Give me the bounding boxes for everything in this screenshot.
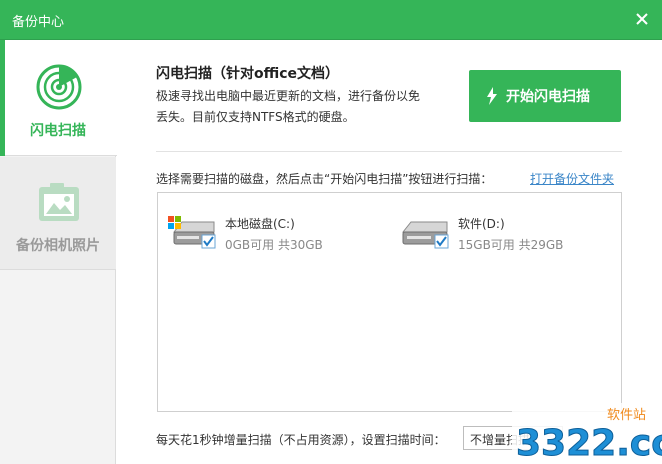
camera-photo-icon: [39, 183, 79, 221]
start-button-label: 开始闪电扫描: [506, 89, 590, 105]
window-title: 备份中心: [12, 15, 65, 30]
system-drive-icon: [168, 216, 216, 249]
lightning-icon: [487, 87, 497, 105]
close-icon[interactable]: [632, 9, 652, 29]
title-bar: 备份中心: [0, 0, 662, 40]
watermark-subtext: 软件站: [607, 408, 646, 423]
disk-capacity: 15GB可用 共29GB: [458, 238, 564, 252]
instruction-text: 选择需要扫描的磁盘，然后点击“开始闪电扫描”按钮进行扫描：: [156, 172, 493, 186]
disk-name: 软件(D:): [458, 217, 505, 231]
sidebar-item-flash-scan[interactable]: 闪电扫描: [0, 40, 117, 156]
page-title: 闪电扫描（针对office文档）: [156, 66, 340, 82]
sidebar-item-label: 备份相机照片: [16, 238, 100, 254]
watermark-logo: 软件站 3322.cc: [512, 403, 662, 464]
disk-capacity: 0GB可用 共30GB: [225, 238, 323, 252]
disk-name: 本地磁盘(C:): [225, 217, 295, 231]
divider: [156, 151, 622, 152]
sidebar: 闪电扫描 备份相机照片: [0, 40, 118, 464]
sidebar-item-label: 闪电扫描: [30, 123, 86, 139]
disk-item-c[interactable]: 本地磁盘(C:) 0GB可用 共30GB: [168, 211, 368, 255]
radar-scan-icon: [36, 64, 82, 110]
schedule-label: 每天花1秒钟增量扫描（不占用资源），设置扫描时间：: [156, 433, 446, 447]
watermark-text: 3322.cc: [516, 423, 662, 464]
page-description: 极速寻找出电脑中最近更新的文档，进行备份以免丢失。目前仅支持NTFS格式的硬盘。: [156, 89, 421, 124]
hard-drive-icon: [401, 221, 449, 249]
open-backup-folder-link[interactable]: 打开备份文件夹: [530, 170, 614, 187]
sidebar-item-camera-backup[interactable]: 备份相机照片: [0, 157, 116, 270]
start-flash-scan-button[interactable]: 开始闪电扫描: [469, 70, 621, 122]
active-arrow: [110, 87, 118, 103]
disk-item-d[interactable]: 软件(D:) 15GB可用 共29GB: [401, 211, 601, 255]
disk-list: 本地磁盘(C:) 0GB可用 共30GB 软件(D:) 15GB可用 共29GB: [157, 192, 622, 412]
